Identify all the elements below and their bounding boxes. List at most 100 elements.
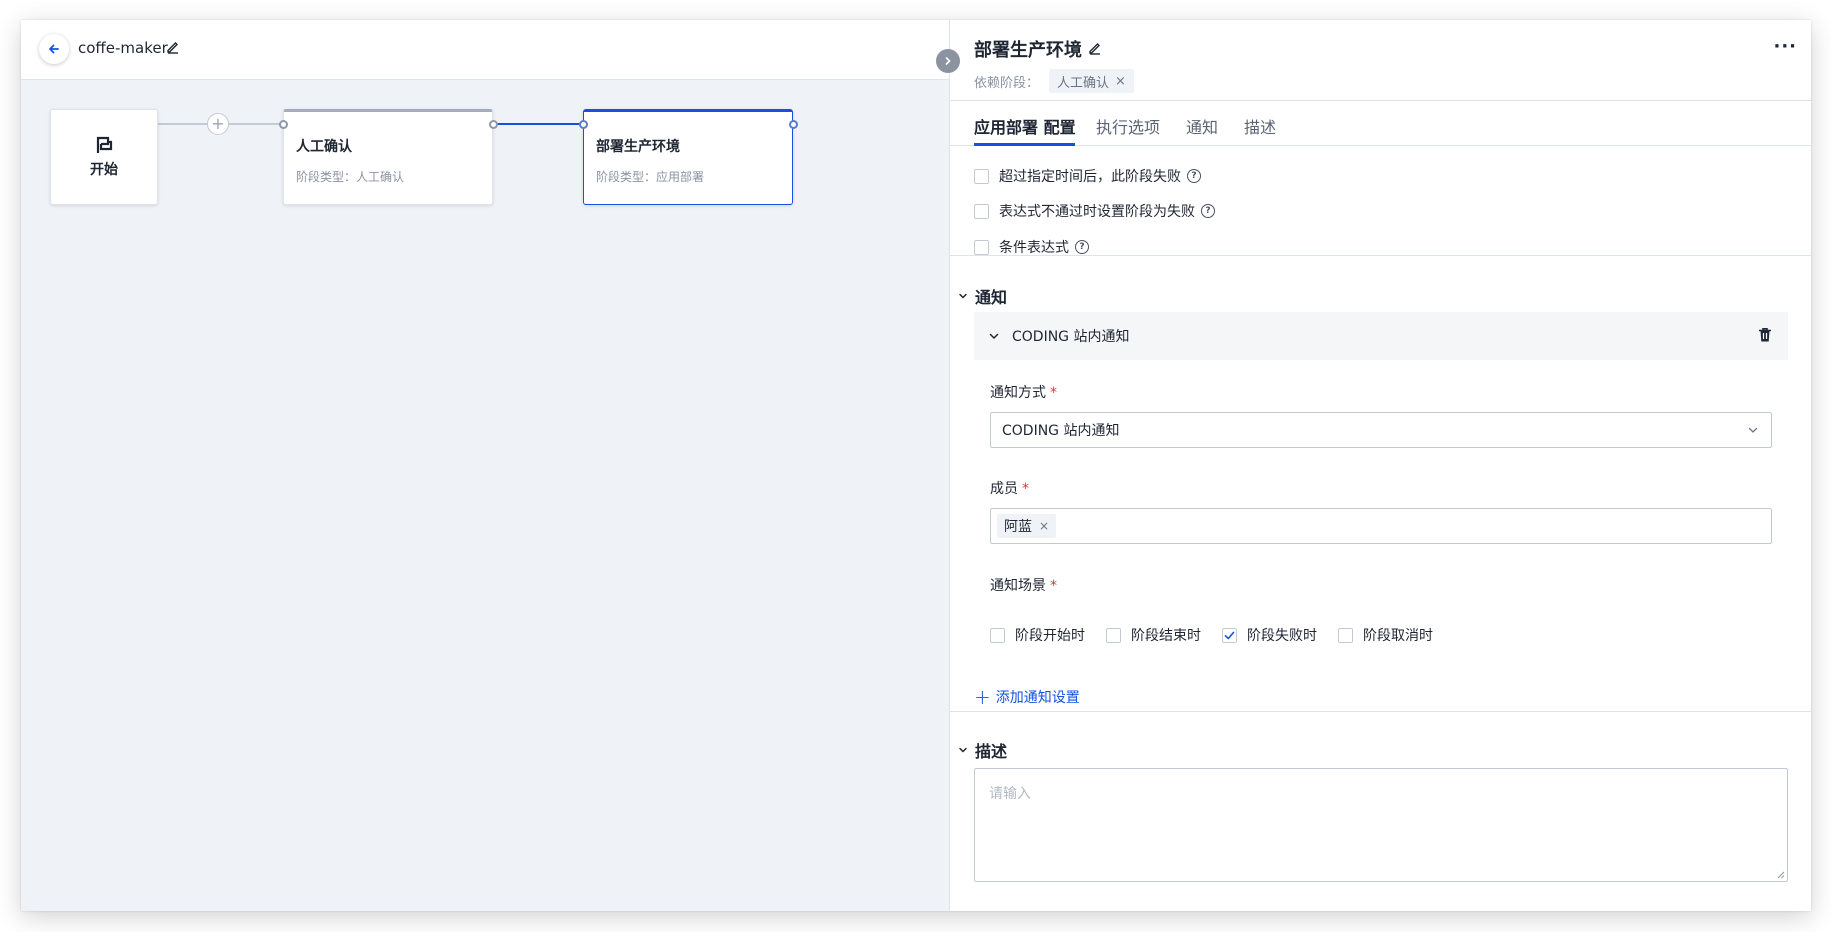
- panel-tabs: 应用部署 配置 执行选项 通知 描述: [950, 100, 1811, 146]
- option-condition-expression: 条件表达式 ?: [974, 237, 1089, 257]
- add-notify-setting-button[interactable]: + 添加通知设置: [974, 687, 1080, 707]
- node-port: [789, 120, 798, 129]
- dependency-label: 依赖阶段：: [974, 76, 1040, 91]
- label-text: 通知场景: [990, 578, 1046, 594]
- check-icon: [1224, 631, 1235, 639]
- notify-section-header[interactable]: 通知: [958, 284, 1007, 308]
- arrow-left-icon: [49, 44, 59, 54]
- help-icon[interactable]: ?: [1201, 204, 1215, 218]
- canvas-header: coffe-maker: [21, 20, 949, 80]
- option-label: 超过指定时间后，此阶段失败: [999, 169, 1181, 185]
- pencil-icon: [167, 42, 178, 54]
- connector-start-a-right: [229, 123, 285, 125]
- section-divider: [950, 255, 1811, 256]
- description-textarea[interactable]: 请输入: [974, 768, 1788, 882]
- member-tag: 阿蓝 ×: [997, 514, 1057, 538]
- label-text: 成员: [990, 481, 1018, 497]
- notify-method-select[interactable]: CODING 站内通知: [990, 412, 1772, 448]
- remove-member-button[interactable]: ×: [1039, 519, 1049, 533]
- chevron-down-icon: [959, 293, 967, 299]
- option-timeout-fail: 超过指定时间后，此阶段失败 ?: [974, 166, 1201, 186]
- collapse-panel-button[interactable]: [936, 49, 960, 73]
- scene-label: 阶段失败时: [1247, 628, 1317, 644]
- timeout-fail-checkbox[interactable]: [974, 168, 989, 184]
- chevron-down-icon: [959, 747, 967, 753]
- required-mark: *: [1022, 481, 1029, 497]
- description-section-header[interactable]: 描述: [958, 738, 1007, 762]
- notify-method-label: 通知方式 *: [990, 382, 1057, 402]
- node-port: [489, 120, 498, 129]
- notify-config-card-header[interactable]: CODING 站内通知: [974, 312, 1788, 360]
- scene-start-checkbox[interactable]: [990, 627, 1005, 643]
- app-window: coffe-maker + 开始 人工确认 阶段类型：人工确认 部署生产环境 阶…: [21, 20, 1811, 911]
- pipeline-name: coffe-maker: [78, 39, 168, 57]
- label-text: 通知方式: [990, 385, 1046, 401]
- stage-type: 阶段类型：应用部署: [596, 170, 705, 184]
- condition-expression-checkbox[interactable]: [974, 239, 989, 255]
- dependency-tag: 人工确认 ×: [1049, 69, 1134, 93]
- start-node[interactable]: 开始: [50, 109, 158, 205]
- stage-node-manual-confirm[interactable]: 人工确认 阶段类型：人工确认: [283, 109, 493, 205]
- tab-execution-options[interactable]: 执行选项: [1096, 114, 1160, 138]
- scene-option-start: 阶段开始时: [990, 625, 1085, 645]
- edit-stage-name-button[interactable]: [1088, 40, 1102, 59]
- tab-notify[interactable]: 通知: [1186, 114, 1218, 138]
- active-tab-indicator: [974, 143, 1075, 146]
- select-value: CODING 站内通知: [1002, 423, 1120, 439]
- pencil-icon: [1089, 43, 1100, 55]
- section-title: 描述: [975, 742, 1008, 761]
- tab-deploy-config[interactable]: 应用部署 配置: [974, 114, 1076, 138]
- node-port: [579, 120, 588, 129]
- help-icon[interactable]: ?: [1187, 169, 1201, 183]
- scene-end-checkbox[interactable]: [1106, 627, 1121, 643]
- plus-icon: +: [211, 114, 225, 133]
- stage-config-panel: 部署生产环境 ··· 依赖阶段： 人工确认 × 应用部署 配置 执行选项 通知 …: [949, 20, 1811, 911]
- connector-start-a-left: [158, 123, 208, 125]
- add-notify-label: 添加通知设置: [995, 690, 1080, 706]
- expression-fail-checkbox[interactable]: [974, 203, 989, 219]
- scene-label: 阶段开始时: [1015, 628, 1085, 644]
- plus-icon: +: [974, 685, 991, 709]
- node-port: [279, 120, 288, 129]
- notify-scene-label: 通知场景 *: [990, 575, 1057, 595]
- option-label: 条件表达式: [999, 240, 1069, 256]
- start-label: 开始: [90, 162, 118, 178]
- more-menu-button[interactable]: ···: [1773, 36, 1797, 57]
- stage-title: 部署生产环境: [596, 139, 680, 155]
- required-mark: *: [1050, 578, 1057, 594]
- scene-option-cancel: 阶段取消时: [1338, 625, 1433, 645]
- help-icon[interactable]: ?: [1075, 240, 1089, 254]
- section-divider: [950, 711, 1811, 712]
- pipeline-canvas: coffe-maker + 开始 人工确认 阶段类型：人工确认 部署生产环境 阶…: [21, 20, 949, 911]
- stage-node-deploy-prod[interactable]: 部署生产环境 阶段类型：应用部署: [583, 109, 793, 205]
- option-label: 表达式不通过时设置阶段为失败: [999, 204, 1195, 220]
- stage-type: 阶段类型：人工确认: [296, 170, 405, 184]
- chevron-down-icon: [1748, 427, 1758, 433]
- scene-option-end: 阶段结束时: [1106, 625, 1201, 645]
- back-button[interactable]: [39, 34, 69, 64]
- delete-notify-button[interactable]: [1758, 327, 1772, 347]
- option-expression-fail: 表达式不通过时设置阶段为失败 ?: [974, 201, 1215, 221]
- chevron-down-icon: [989, 333, 999, 340]
- flag-icon: [96, 136, 113, 153]
- panel-title: 部署生产环境: [974, 40, 1082, 61]
- members-input[interactable]: 阿蓝 ×: [990, 508, 1772, 544]
- scene-cancel-checkbox[interactable]: [1338, 627, 1353, 643]
- edit-name-button[interactable]: [166, 39, 180, 58]
- stage-title: 人工确认: [296, 139, 352, 155]
- textarea-placeholder: 请输入: [989, 786, 1031, 802]
- scene-option-fail: 阶段失败时: [1222, 625, 1317, 645]
- tab-description[interactable]: 描述: [1244, 114, 1276, 138]
- connector-a-b: [493, 123, 585, 125]
- member-name: 阿蓝: [1004, 519, 1032, 535]
- dependency-tag-label: 人工确认: [1057, 75, 1110, 91]
- scene-label: 阶段结束时: [1131, 628, 1201, 644]
- trash-icon: [1759, 328, 1771, 342]
- members-label: 成员 *: [990, 478, 1029, 498]
- section-title: 通知: [975, 288, 1008, 307]
- remove-dependency-button[interactable]: ×: [1115, 74, 1126, 89]
- scene-fail-checkbox[interactable]: [1222, 627, 1237, 643]
- notify-card-title: CODING 站内通知: [1012, 329, 1130, 345]
- resize-handle-icon[interactable]: [1776, 870, 1785, 879]
- add-stage-button[interactable]: +: [207, 113, 229, 135]
